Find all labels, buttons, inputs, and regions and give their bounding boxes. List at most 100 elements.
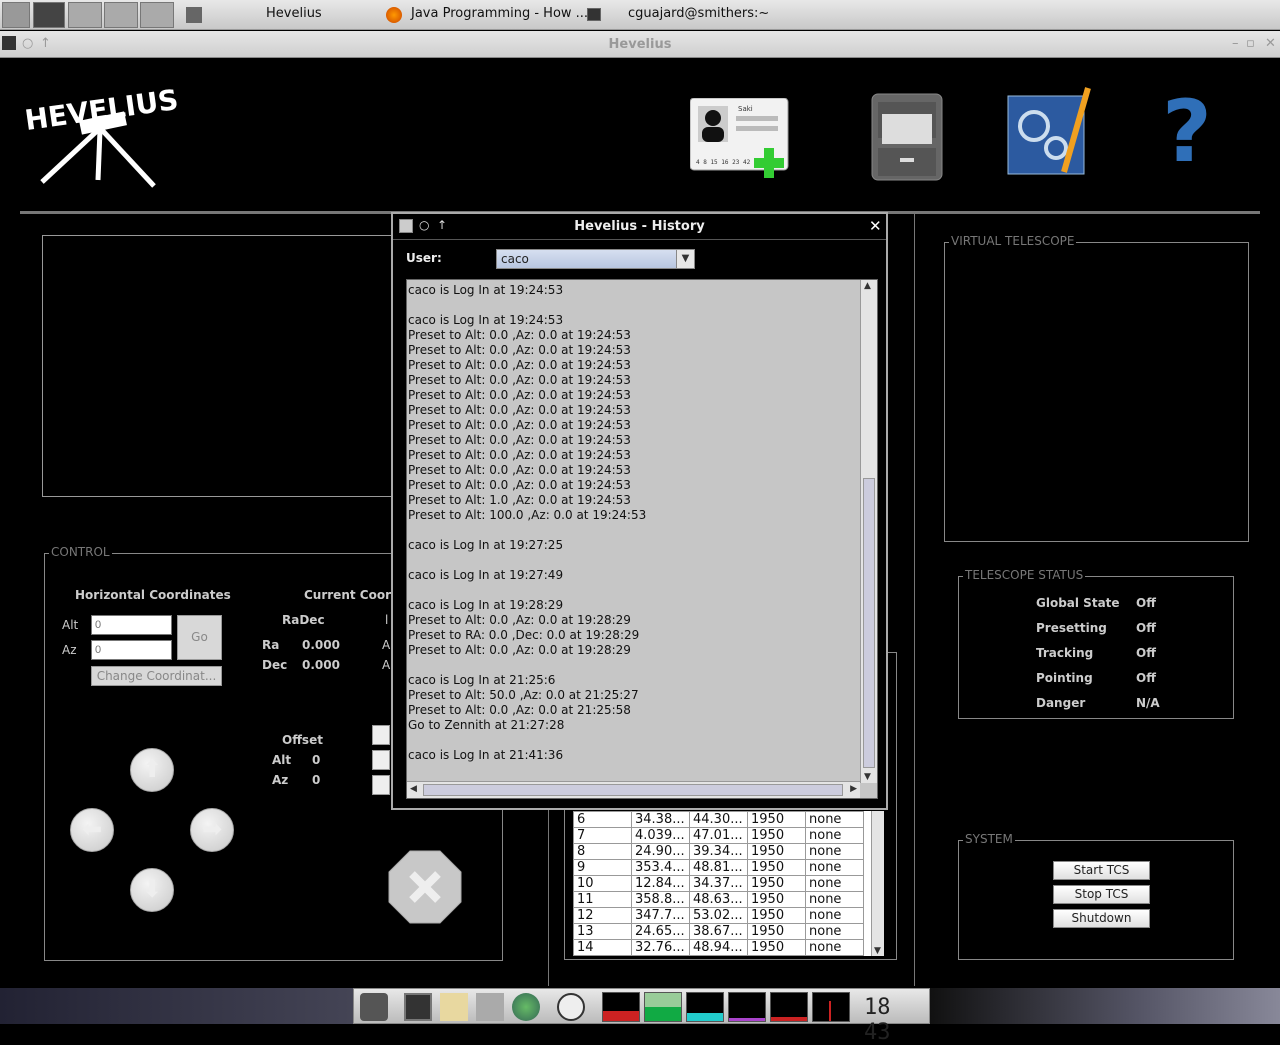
settings-blueprint-icon[interactable] [1006, 86, 1092, 178]
history-line: Preset to Alt: 0.0 ,Az: 0.0 at 19:24:53 [408, 478, 631, 492]
history-line: Preset to Alt: 0.0 ,Az: 0.0 at 19:28:29 [408, 613, 631, 627]
globe-icon[interactable] [512, 993, 540, 1021]
table-row[interactable]: 11 358.8... 48.63... 1950 none [573, 891, 864, 908]
history-dialog-title: Hevelius - History [574, 219, 705, 234]
table-cell: 39.34... [689, 843, 748, 860]
history-line: Preset to Alt: 0.0 ,Az: 0.0 at 19:24:53 [408, 448, 631, 462]
table-row[interactable]: 9 353.4... 48.81... 1950 none [573, 859, 864, 876]
history-text-area[interactable]: caco is Log In at 19:24:53 caco is Log In… [406, 279, 878, 799]
history-horizontal-scrollbar[interactable]: ◀ ▶ [407, 781, 860, 798]
app-launcher-icon[interactable] [360, 993, 388, 1021]
workspace-3-button[interactable] [104, 2, 138, 28]
az-current-label: A [382, 658, 391, 672]
table-cell: none [805, 843, 864, 860]
task-terminal[interactable]: cguajard@smithers:~ [628, 6, 769, 21]
offset-alt-label: Alt [272, 753, 292, 767]
table-cell: 1950 [747, 827, 806, 844]
table-cell: 1950 [747, 939, 806, 956]
go-button[interactable]: Go [177, 615, 222, 660]
table-cell: 1950 [747, 811, 806, 828]
workspace-2-button[interactable] [68, 2, 102, 28]
table-cell: none [805, 859, 864, 876]
text-editor-icon[interactable] [440, 993, 468, 1021]
offset-az-value: 0 [312, 773, 321, 787]
offset-field-1[interactable] [372, 725, 390, 745]
task-firefox[interactable]: Java Programming - How ... [411, 6, 588, 21]
user-select[interactable]: caco ▼ [496, 249, 695, 269]
table-row[interactable]: 13 24.65... 38.67... 1950 none [573, 923, 864, 940]
workspace-4-button[interactable] [140, 2, 174, 28]
history-dialog: ○ ↑ Hevelius - History ✕ User: caco ▼ ca… [391, 212, 888, 810]
terminal-task-icon [587, 8, 601, 21]
stop-tcs-button[interactable]: Stop TCS [1053, 885, 1150, 904]
table-row[interactable]: 7 4.039... 47.01... 1950 none [573, 827, 864, 844]
bottom-dock: 18 43 [353, 988, 930, 1045]
history-line: Go to Zennith at 21:27:28 [408, 718, 565, 732]
arrow-right-button[interactable]: ➡ [190, 808, 234, 852]
history-line: Preset to Alt: 0.0 ,Az: 0.0 at 19:24:53 [408, 418, 631, 432]
window-titlebar: ○ ↑ Hevelius – ▫ ✕ [0, 31, 1280, 58]
table-cell: 32.76... [631, 939, 690, 956]
terminal-icon[interactable] [404, 993, 432, 1021]
history-line: caco is Log In at 19:24:53 [408, 283, 564, 297]
table-row[interactable]: 14 32.76... 48.94... 1950 none [573, 939, 864, 956]
az-input[interactable] [91, 640, 172, 660]
table-cell: 358.8... [631, 891, 690, 908]
minimize-icon[interactable]: – [1232, 36, 1239, 51]
table-cell: 11 [573, 891, 632, 908]
table-cell: 24.90... [631, 843, 690, 860]
table-row[interactable]: 6 34.38... 44.30... 1950 none [573, 811, 864, 828]
task-hevelius[interactable]: Hevelius [266, 6, 322, 21]
desktop-wallpaper-strip-left [0, 988, 353, 1024]
help-icon[interactable]: ? [1162, 89, 1218, 175]
user-select-value: caco [501, 252, 529, 266]
radec-label: RaDec [282, 613, 325, 627]
alt-input[interactable] [91, 615, 172, 635]
history-line: caco is Log In at 19:27:49 [408, 568, 564, 582]
table-cell: 12.84... [631, 875, 690, 892]
top-taskbar: Hevelius Java Programming - How ... cgua… [0, 0, 1280, 30]
menu-button[interactable] [2, 2, 30, 28]
table-cell: 1950 [747, 875, 806, 892]
maximize-icon[interactable]: ▫ [1246, 36, 1255, 51]
add-user-icon[interactable]: Saki 4 8 15 16 23 42 [689, 97, 794, 178]
table-cell: 1950 [747, 859, 806, 876]
offset-title: Offset [282, 733, 323, 747]
history-line: Preset to Alt: 0.0 ,Az: 0.0 at 19:28:29 [408, 643, 631, 657]
dock-clock: 18 43 [864, 995, 891, 1045]
offset-field-3[interactable] [372, 775, 390, 795]
table-row[interactable]: 8 24.90... 39.34... 1950 none [573, 843, 864, 860]
catalog-scrollbar[interactable]: ▼ [871, 811, 884, 956]
offset-alt-value: 0 [312, 753, 321, 767]
power-icon[interactable] [557, 993, 585, 1021]
change-coordinates-button[interactable]: Change Coordinat... [91, 666, 222, 686]
firefox-icon [386, 7, 402, 23]
start-tcs-button[interactable]: Start TCS [1053, 861, 1150, 880]
current-coordinates-title: Current Coord [304, 588, 400, 602]
arrow-left-button[interactable]: ⬅ [70, 808, 114, 852]
dialog-close-icon[interactable]: ✕ [869, 217, 882, 235]
workspace-1-button[interactable] [33, 2, 65, 28]
offset-field-2[interactable] [372, 750, 390, 770]
arrow-up-button[interactable]: ⬆ [130, 748, 174, 792]
close-icon[interactable]: ✕ [1265, 36, 1276, 51]
file-cabinet-icon[interactable] [870, 92, 944, 184]
table-cell: none [805, 811, 864, 828]
table-cell: 1950 [747, 923, 806, 940]
shutdown-button[interactable]: Shutdown [1053, 909, 1150, 928]
horizontal-coordinates-title: Horizontal Coordinates [75, 588, 231, 602]
table-row[interactable]: 12 347.7... 53.02... 1950 none [573, 907, 864, 924]
history-line: Preset to Alt: 0.0 ,Az: 0.0 at 19:24:53 [408, 463, 631, 477]
virtual-telescope-legend: VIRTUAL TELESCOPE [949, 234, 1077, 248]
telescope-status-legend: TELESCOPE STATUS [963, 568, 1086, 582]
table-cell: 8 [573, 843, 632, 860]
history-line: caco is Log In at 21:25:6 [408, 673, 556, 687]
chevron-down-icon[interactable]: ▼ [676, 250, 694, 268]
history-vertical-scrollbar[interactable]: ▲ ▼ [860, 280, 877, 783]
history-line: Preset to Alt: 0.0 ,Az: 0.0 at 19:24:53 [408, 433, 631, 447]
stop-x-button[interactable] [388, 850, 462, 924]
table-row[interactable]: 10 12.84... 34.37... 1950 none [573, 875, 864, 892]
file-cabinet-dock-icon[interactable] [476, 993, 504, 1021]
history-line: caco is Log In at 19:27:25 [408, 538, 564, 552]
arrow-down-button[interactable]: ⬇ [130, 868, 174, 912]
